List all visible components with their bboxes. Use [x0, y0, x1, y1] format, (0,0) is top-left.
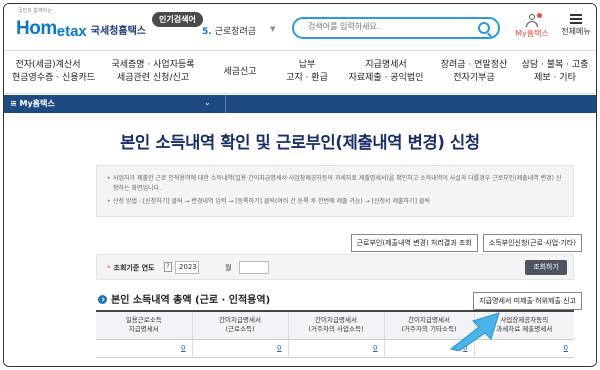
notice-line: 사업자가 제출한 근로 인적용역에 대한 소득내역(일용·간이지급명세서·사업장… — [107, 174, 563, 193]
rank-term: 근로장려금 — [214, 27, 257, 37]
main-content: 본인 소득내역 확인 및 근로부인(제출내역 변경) 신청 사업자가 제출한 근… — [4, 113, 596, 366]
search-filter: * 조회기준 연도 ? 2023 월 조회하기 — [96, 254, 574, 280]
hamburger-icon — [570, 14, 582, 24]
nav-item-certificates[interactable]: 국세증명 · 사업자등록 세금관련 신청/신고 — [108, 59, 198, 85]
breadcrumb-separator — [216, 95, 226, 113]
breadcrumb-mytax[interactable]: ≡ My홈택스 — [10, 98, 55, 109]
search-input[interactable] — [308, 22, 468, 31]
filter-year-label: * 조회기준 연도 — [107, 264, 155, 272]
income-denial-apply-button[interactable]: 소득부인신청(근로·사업·기타) — [482, 234, 582, 252]
column-header: 일용근로소득 지급명세서 — [96, 311, 193, 340]
mytax-label: My홈택스 — [515, 29, 549, 38]
year-select[interactable]: 2023 — [175, 261, 199, 274]
nav-item-tax-filing[interactable]: 세금신고 — [210, 66, 270, 79]
logo-tagline: 국민과 함께하는 — [18, 8, 52, 14]
popular-search-term[interactable]: 5. 근로장려금 — [202, 24, 256, 37]
highlight-arrow-icon — [449, 312, 500, 351]
section-title: 본인 소득내역 총액 (근로 · 인적용역) — [98, 291, 270, 306]
daily-wage-value[interactable]: 0 — [96, 339, 193, 358]
nav-item-payment[interactable]: 납부 고지 · 환급 — [272, 59, 342, 85]
nav-item-e-invoice[interactable]: 전자(세금)계산서 현금영수증 · 신용카드 — [12, 59, 95, 85]
month-label: 월 — [225, 264, 232, 272]
all-menu-button[interactable]: 전체메뉴 — [558, 14, 594, 37]
month-select[interactable] — [239, 261, 269, 274]
notice-box: 사업자가 제출한 근로 인적용역에 대한 소득내역(일용·간이지급명세서·사업장… — [96, 165, 574, 217]
column-header: 간이지급명세서 (근로소득) — [192, 311, 289, 340]
logo-korean-text: 국세청홈택스 — [90, 26, 146, 37]
user-icon — [525, 13, 542, 28]
top-header: 국민과 함께하는 Hom etax 국세청홈택스 인기검색어 5. 근로장려금 ▼ … — [4, 4, 596, 50]
section-bullet-icon — [98, 295, 107, 304]
breadcrumb: ≡ My홈택스 ⌄ — [4, 95, 596, 113]
action-buttons: 근로부인(제출내역 변경) 처리결과 조회 소득부인신청(근로·사업·기타) — [350, 234, 582, 252]
mytax-button[interactable]: My홈택스 — [514, 13, 550, 39]
simple-statement-business-value[interactable]: 0 — [288, 339, 385, 358]
simple-statement-earned-value[interactable]: 0 — [192, 339, 289, 358]
hometax-logo[interactable]: Hom etax 국세청홈택스 — [16, 14, 146, 40]
nav-item-payment-statement[interactable]: 지급명세서 자료제출 · 공익법인 — [338, 59, 434, 85]
report-false-submission-button[interactable]: 지급명세서 미제출·허위제출 신고 — [473, 292, 582, 310]
nav-item-consulting[interactable]: 상담 · 불복 · 고충 제보 · 기타 — [514, 59, 596, 85]
lookup-button[interactable]: 조회하기 — [525, 260, 567, 275]
browser-frame: 국민과 함께하는 Hom etax 국세청홈택스 인기검색어 5. 근로장려금 ▼ … — [3, 3, 597, 367]
chevron-down-icon[interactable]: ▼ — [270, 25, 275, 33]
nav-item-incentive[interactable]: 장려금 · 연말정산 전자기부금 — [432, 59, 516, 85]
main-navigation: 전자(세금)계산서 현금영수증 · 신용카드 국세증명 · 사업자등록 세금관련 신… — [4, 50, 596, 94]
logo-home-text: Hom — [16, 18, 57, 39]
search-icon[interactable] — [478, 22, 490, 34]
popular-search-badge: 인기검색어 — [152, 12, 203, 27]
result-inquiry-button[interactable]: 근로부인(제출내역 변경) 처리결과 조회 — [350, 234, 478, 252]
column-header: 간이지급명세서 (거주자의 사업소득) — [288, 311, 385, 340]
page-title: 본인 소득내역 확인 및 근로부인(제출내역 변경) 신청 — [120, 133, 480, 152]
chevron-down-icon[interactable]: ⌄ — [204, 98, 211, 107]
search-box — [292, 17, 500, 39]
notice-line: 신청 방법 : [신청하기] 클릭 → 변경내역 입력 → [등록하기] 클릭(… — [107, 197, 563, 207]
all-menu-label: 전체메뉴 — [561, 27, 591, 36]
rank-number: 5. — [202, 27, 212, 37]
help-icon[interactable]: ? — [164, 262, 172, 272]
logo-tax-text: etax — [56, 23, 87, 40]
